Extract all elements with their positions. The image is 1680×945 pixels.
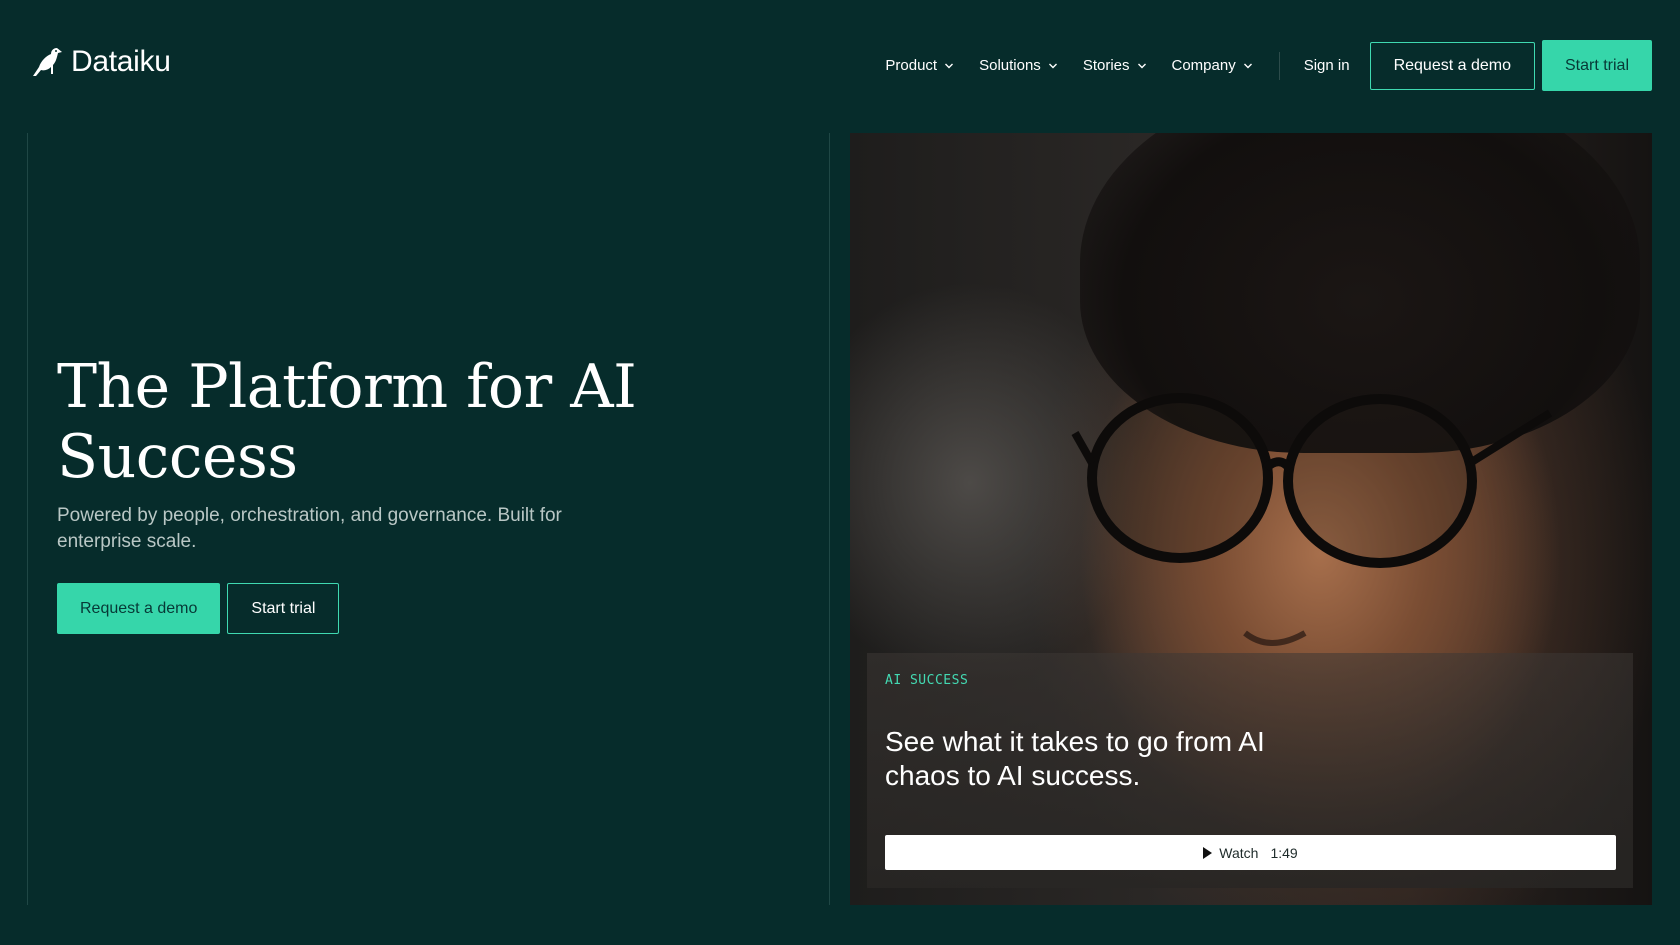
nav-item-label: Stories — [1082, 57, 1130, 74]
nav-item-label: Solutions — [979, 57, 1041, 74]
video-info-card: AI SUCCESS See what it takes to go from … — [867, 653, 1633, 888]
brand-logo[interactable]: Dataiku — [31, 44, 171, 80]
start-trial-button[interactable]: Start trial — [1541, 40, 1652, 91]
left-divider-line — [27, 133, 28, 905]
site-header: Dataiku Product Solutions Stories Compan… — [0, 0, 1680, 132]
nav-item-stories[interactable]: Stories — [1083, 57, 1147, 74]
chevron-down-icon — [1137, 63, 1146, 68]
hero-start-trial-button[interactable]: Start trial — [227, 583, 340, 634]
nav-item-label: Product — [885, 57, 938, 74]
video-duration: 1:49 — [1270, 844, 1298, 861]
nav-item-product[interactable]: Product — [885, 57, 954, 74]
nav-item-solutions[interactable]: Solutions — [979, 57, 1058, 74]
bird-icon — [33, 48, 62, 76]
hero-subtitle: Powered by people, orchestration, and go… — [57, 505, 562, 552]
chevron-down-icon — [1048, 63, 1057, 68]
hero-actions: Request a demo Start trial — [57, 583, 340, 634]
nav-item-company[interactable]: Company — [1172, 57, 1253, 74]
nav-divider — [1278, 51, 1280, 80]
hero-title: The Platform for AI Success — [57, 352, 637, 492]
video-title: See what it takes to go from AI chaos to… — [885, 726, 1265, 791]
sign-in-link[interactable]: Sign in — [1304, 57, 1350, 74]
watch-video-button[interactable]: Watch 1:49 — [885, 835, 1616, 870]
chevron-down-icon — [1243, 63, 1252, 68]
video-tag: AI SUCCESS — [885, 673, 969, 688]
chevron-down-icon — [945, 63, 954, 68]
hero-request-demo-button[interactable]: Request a demo — [57, 583, 221, 634]
watch-label: Watch — [1219, 844, 1259, 861]
nav-item-label: Company — [1171, 57, 1236, 74]
request-demo-button[interactable]: Request a demo — [1369, 41, 1535, 90]
hero-video-panel[interactable]: AI SUCCESS See what it takes to go from … — [850, 133, 1652, 905]
main-nav: Product Solutions Stories Company Sign i… — [885, 40, 1652, 91]
play-icon — [1203, 846, 1213, 859]
center-divider-line — [829, 133, 830, 905]
brand-name: Dataiku — [71, 45, 171, 78]
